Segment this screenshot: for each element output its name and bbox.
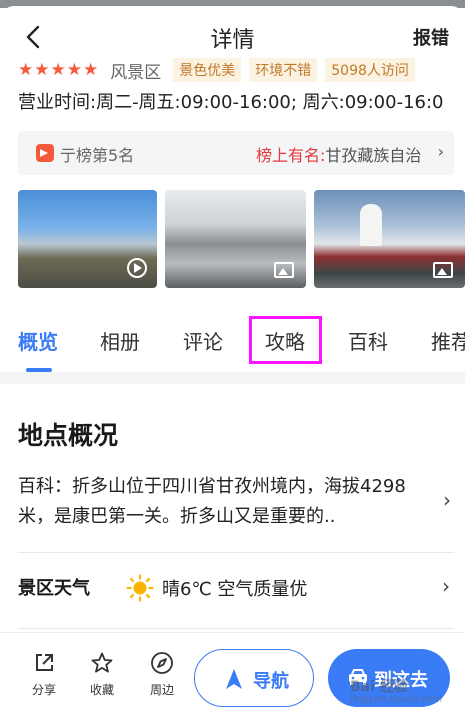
tab-reviews[interactable]: 评论 [183, 326, 223, 355]
photo-thumbnail[interactable] [165, 190, 306, 288]
navigate-label: 导航 [253, 671, 289, 692]
photo-thumbnail[interactable] [314, 190, 465, 288]
tab-album[interactable]: 相册 [100, 326, 140, 355]
page-title: 详情 [210, 28, 255, 53]
navigation-arrow-icon [226, 669, 242, 689]
weather-row[interactable]: 景区天气 晴6℃ 空气质量优 › [18, 574, 454, 604]
rating-stars: ★ ★ ★ ★ ★ [18, 59, 99, 80]
tag-environment: 环境不错 [249, 58, 318, 82]
favorite-label: 收藏 [89, 683, 114, 697]
speaker-icon [36, 144, 54, 162]
opening-hours: 营业时间:周二-周五:09:00-16:00; 周六:09:00-16:0 [18, 92, 444, 113]
weather-label: 景区天气 [18, 578, 90, 599]
video-play-icon [127, 258, 147, 278]
compass-icon [151, 652, 173, 674]
photo-thumbnail[interactable] [18, 190, 157, 288]
go-here-button[interactable]: 到这去 [328, 649, 450, 707]
ranking-list-name: 甘孜藏族自治 [325, 146, 422, 165]
divider [18, 628, 454, 629]
tab-bar: 概览 相册 评论 攻略 百科 推荐 [0, 314, 465, 372]
share-button[interactable]: 分享 [24, 651, 64, 698]
star-icon: ★ [83, 59, 99, 80]
tab-encyclopedia[interactable]: 百科 [348, 326, 388, 355]
highlight-box [249, 316, 322, 364]
star-outline-icon [91, 652, 113, 673]
section-divider [0, 372, 465, 384]
chevron-right-icon: › [442, 574, 450, 598]
encyclopedia-summary[interactable]: 百科：折多山位于四川省甘孜州境内，海拔4298米，是康巴第一关。折多山又是重要的… [18, 472, 418, 532]
tag-scenery: 景色优美 [173, 58, 242, 82]
ranking-list-link[interactable]: 榜上有名:甘孜藏族自治 [256, 142, 434, 166]
weather-text: 晴6℃ 空气质量优 [162, 579, 308, 600]
tag-visits: 5098人访问 [325, 58, 415, 82]
divider [18, 552, 454, 553]
poi-meta-row: ★ ★ ★ ★ ★ 风景区 景色优美 环境不错 5098人访问 [18, 58, 423, 83]
star-icon: ★ [50, 59, 66, 80]
tab-overview[interactable]: 概览 [18, 326, 58, 355]
nearby-label: 周边 [149, 683, 174, 697]
go-here-label: 到这去 [374, 670, 428, 691]
image-icon [274, 262, 294, 278]
overview-section: 地点概况 百科：折多山位于四川省甘孜州境内，海拔4298米，是康巴第一关。折多山… [0, 384, 465, 634]
image-icon [433, 262, 453, 278]
stupa-shape [360, 204, 382, 246]
ranking-text: 亍榜第5名 [60, 146, 135, 165]
star-icon: ★ [34, 59, 50, 80]
nearby-button[interactable]: 周边 [142, 651, 182, 698]
favorite-button[interactable]: 收藏 [82, 651, 122, 698]
ranking-list-prefix: 榜上有名: [256, 146, 326, 165]
star-icon: ★ [18, 59, 34, 80]
section-title: 地点概况 [18, 421, 119, 450]
chevron-right-icon: › [437, 142, 444, 161]
share-label: 分享 [31, 683, 56, 697]
star-icon: ★ [66, 59, 82, 80]
share-icon [36, 654, 53, 671]
sun-icon [126, 574, 154, 602]
bottom-action-bar: 分享 收藏 周边 导航 到这去 [0, 632, 465, 721]
chevron-right-icon: › [443, 488, 451, 512]
ranking-bar[interactable]: 亍榜第5名 榜上有名:甘孜藏族自治 › [18, 131, 454, 175]
navigate-button[interactable]: 导航 [194, 649, 314, 707]
photo-strip [18, 190, 465, 288]
poi-type: 风景区 [110, 62, 162, 83]
report-error-button[interactable]: 报错 [413, 24, 449, 50]
tab-recommend[interactable]: 推荐 [431, 326, 465, 355]
top-nav: 详情 报错 [0, 14, 465, 60]
car-icon [349, 669, 367, 685]
